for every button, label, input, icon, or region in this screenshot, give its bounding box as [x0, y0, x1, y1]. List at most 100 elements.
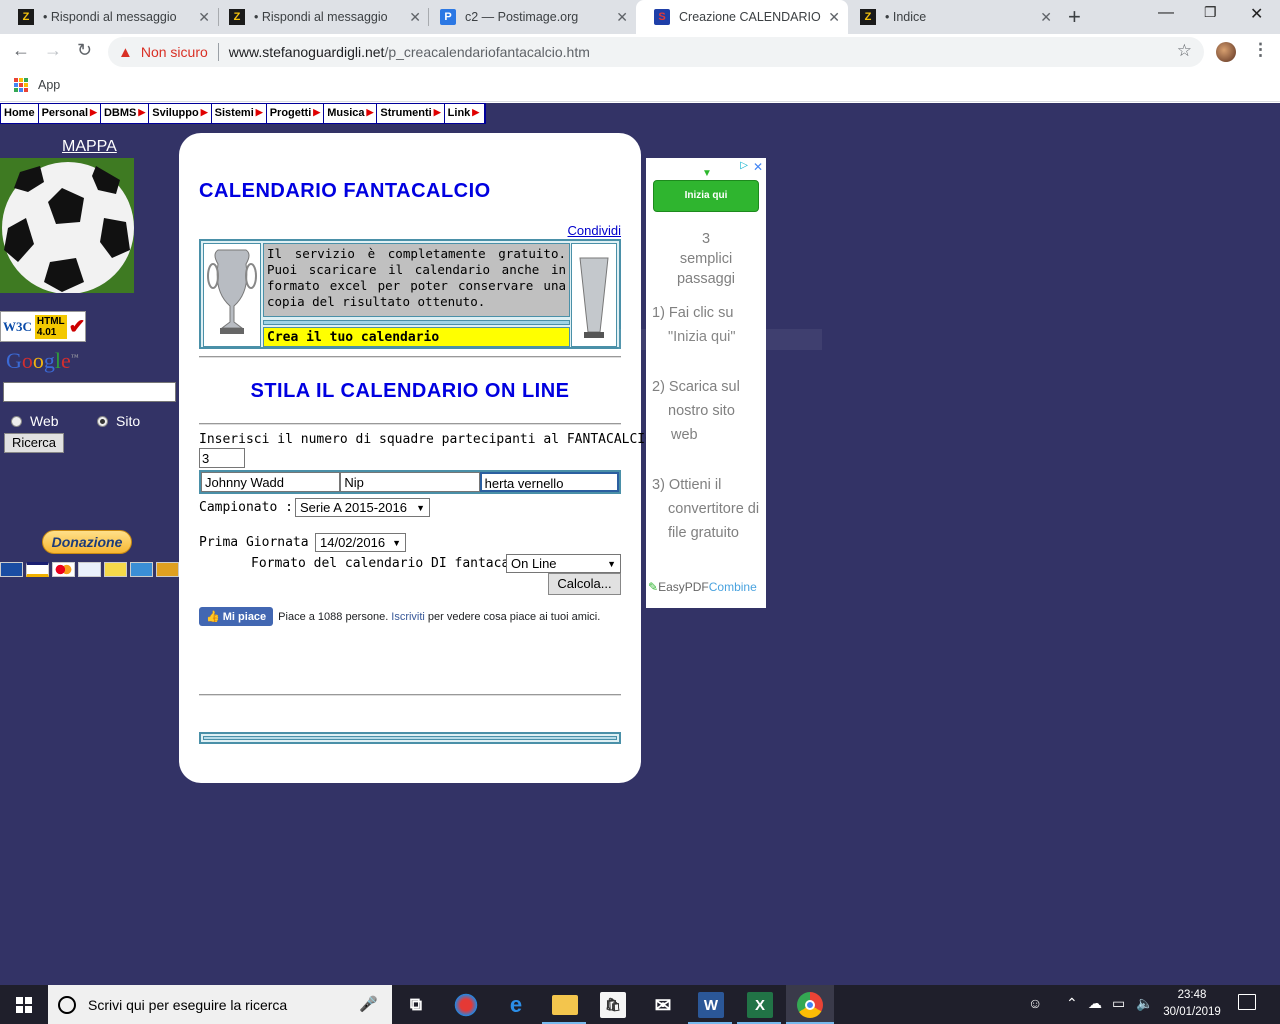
bottom-bar-inner: [203, 736, 617, 740]
not-secure-label[interactable]: Non sicuro: [141, 44, 208, 60]
volume-icon[interactable]: 🔈: [1136, 995, 1153, 1012]
profile-avatar[interactable]: [1216, 42, 1236, 62]
w3c-text: W3C: [3, 318, 32, 334]
system-clock[interactable]: 23:48 30/01/2019: [1158, 987, 1226, 1021]
facebook-like-widget: 👍 Mi piace Piace a 1088 persone. Iscrivi…: [199, 607, 600, 626]
chrome-icon[interactable]: [797, 992, 823, 1018]
apps-grid-icon: [14, 78, 28, 92]
reload-icon[interactable]: ↻: [77, 40, 92, 61]
people-icon[interactable]: ☺: [1028, 995, 1042, 1011]
file-explorer-icon[interactable]: [552, 995, 578, 1015]
store-icon[interactable]: 🛍: [600, 992, 626, 1018]
w3c-html-version: HTML 4.01: [34, 314, 67, 339]
menu-progetti[interactable]: Progetti ▶: [267, 104, 325, 123]
menu-link[interactable]: Link ▶: [445, 104, 485, 123]
task-view-icon[interactable]: ⧉: [403, 992, 429, 1018]
teams-count-input[interactable]: 3: [199, 448, 245, 468]
close-icon[interactable]: ✕: [828, 9, 840, 26]
mappa-link[interactable]: MAPPA: [62, 138, 117, 156]
w3c-html-badge[interactable]: W3C HTML 4.01 ✔: [0, 311, 86, 342]
search-button[interactable]: Ricerca: [4, 433, 64, 453]
bookmark-star-icon[interactable]: ☆: [1177, 41, 1192, 61]
calculate-button[interactable]: Calcola...: [548, 573, 621, 595]
word-icon[interactable]: W: [698, 992, 724, 1018]
ad-brand-logo: ✎EasyPDFCombine: [648, 580, 757, 594]
first-day-select[interactable]: 14/02/2016 ▼: [315, 533, 406, 552]
radio-sito[interactable]: Sito: [97, 413, 140, 429]
tab-2[interactable]: Z • Rispondi al messaggio ✕: [211, 0, 429, 34]
ad-line: semplici: [679, 251, 733, 267]
restore-icon[interactable]: ❐: [1204, 4, 1217, 21]
close-icon[interactable]: ✕: [198, 9, 210, 26]
radio-dot[interactable]: [11, 415, 22, 427]
ad-line: convertitore di: [668, 501, 760, 517]
close-ad-icon[interactable]: ✕: [753, 160, 763, 174]
team-name-input-focused[interactable]: herta vernello: [479, 472, 619, 492]
submenu-arrow-icon: ▶: [138, 107, 146, 117]
tab-4-active[interactable]: S Creazione CALENDARIO pe ✕: [636, 0, 848, 34]
team-name-input[interactable]: Johnny Wadd: [201, 472, 341, 492]
minimize-icon[interactable]: —: [1158, 4, 1174, 22]
share-link[interactable]: Condividi: [568, 223, 621, 238]
microphone-icon[interactable]: 🎤: [359, 995, 378, 1013]
chevron-up-icon[interactable]: ⌃: [1066, 995, 1078, 1012]
create-calendar-label[interactable]: Crea il tuo calendario: [263, 327, 570, 347]
team-name-input[interactable]: Nip: [340, 472, 480, 492]
forward-icon[interactable]: →: [44, 40, 62, 61]
ad-start-button[interactable]: Inizia qui: [653, 180, 759, 212]
back-icon[interactable]: ←: [12, 40, 30, 61]
chevron-down-icon: ▼: [416, 502, 425, 513]
excel-icon[interactable]: X: [747, 992, 773, 1018]
menu-strumenti[interactable]: Strumenti ▶: [377, 104, 445, 123]
google-letter: o: [21, 348, 33, 373]
ad-line: file gratuito: [668, 525, 739, 541]
close-window-icon[interactable]: ✕: [1250, 4, 1263, 24]
mastercard-icon: [52, 562, 75, 577]
radio-web[interactable]: Web: [11, 413, 59, 429]
menu-dbms[interactable]: DBMS ▶: [101, 104, 150, 123]
tab-5[interactable]: Z • Indice ✕: [842, 0, 1060, 34]
ad-line: 3: [701, 231, 711, 247]
mail-icon[interactable]: ✉: [650, 992, 676, 1018]
radio-dot-selected[interactable]: [97, 415, 108, 427]
postimage-favicon-icon: P: [440, 9, 456, 25]
apps-bookmark[interactable]: App: [14, 78, 60, 92]
menu-musica[interactable]: Musica ▶: [324, 104, 378, 123]
paint-3d-icon[interactable]: [453, 992, 479, 1018]
format-select[interactable]: On Line ▼: [506, 554, 621, 573]
advertisement[interactable]: ▷ ✕ ▼ Inizia qui 3 semplici passaggi 1) …: [646, 158, 766, 608]
menu-sviluppo[interactable]: Sviluppo ▶: [149, 104, 212, 123]
teams-count-label: Inserisci il numero di squadre partecipa…: [199, 432, 669, 447]
new-tab-button[interactable]: +: [1068, 4, 1081, 30]
url-host: www.stefanoguardigli.net: [228, 44, 385, 60]
warning-icon: ▲: [118, 43, 133, 61]
menu-kebab-icon[interactable]: ⋮: [1252, 40, 1269, 60]
notification-center-icon[interactable]: [1238, 994, 1256, 1010]
championship-select[interactable]: Serie A 2015-2016 ▼: [295, 498, 430, 517]
tab-1[interactable]: Z • Rispondi al messaggio ✕: [0, 0, 218, 34]
menu-label: Progetti: [269, 107, 312, 119]
submenu-arrow-icon: ▶: [90, 107, 97, 117]
network-icon[interactable]: ▭: [1112, 995, 1125, 1012]
edge-browser-icon[interactable]: e: [503, 992, 529, 1018]
donate-button[interactable]: Donazione: [42, 530, 132, 554]
tab-3[interactable]: P c2 — Postimage.org ✕: [422, 0, 636, 34]
close-icon[interactable]: ✕: [409, 9, 421, 26]
close-icon[interactable]: ✕: [616, 9, 628, 26]
facebook-like-button[interactable]: 👍 Mi piace: [199, 607, 274, 626]
signup-link[interactable]: Iscriviti: [391, 611, 425, 623]
thumbs-up-icon: 👍: [206, 611, 223, 623]
close-icon[interactable]: ✕: [1040, 9, 1052, 26]
select-value: 14/02/2016: [320, 535, 386, 550]
ad-choices-icon[interactable]: ▷: [740, 160, 748, 171]
menu-home[interactable]: Home: [1, 104, 39, 123]
menu-personal[interactable]: Personal ▶: [39, 104, 101, 123]
toolbar: ← → ↻ ▲ Non sicuro www.stefanoguardigli.…: [0, 34, 1280, 70]
taskbar-search[interactable]: Scrivi qui per eseguire la ricerca 🎤: [48, 985, 392, 1024]
windows-start-icon[interactable]: [16, 997, 32, 1013]
address-bar[interactable]: ▲ Non sicuro www.stefanoguardigli.net/p_…: [108, 37, 1204, 67]
menu-sistemi[interactable]: Sistemi ▶: [212, 104, 267, 123]
onedrive-cloud-icon[interactable]: ☁: [1088, 995, 1102, 1012]
google-search-input[interactable]: [3, 382, 176, 402]
select-value: Serie A 2015-2016: [300, 500, 407, 515]
